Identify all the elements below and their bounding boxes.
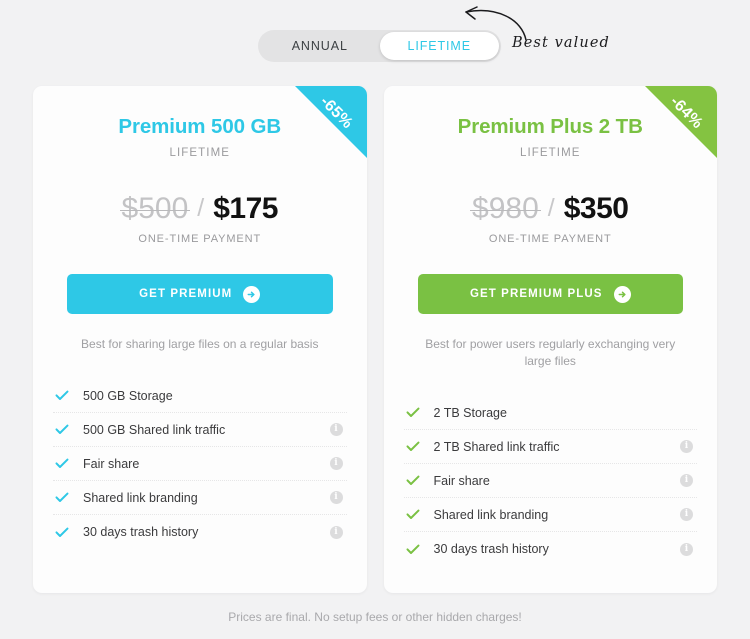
price-original: $500 — [119, 192, 191, 225]
pricing-card-premium: -65% Premium 500 GB LIFETIME $500 / $175… — [33, 86, 367, 593]
price-current: $350 — [563, 192, 629, 225]
feature-label: Fair share — [83, 456, 140, 471]
check-icon — [406, 509, 424, 520]
check-icon — [55, 390, 73, 401]
toggle-option-annual[interactable]: ANNUAL — [260, 32, 380, 60]
feature-label: Fair share — [433, 473, 490, 488]
check-icon — [55, 458, 73, 469]
price-row: $980 / $350 — [384, 192, 718, 226]
price-note: ONE-TIME PAYMENT — [138, 233, 262, 245]
card-description: Best for sharing large files on a regula… — [81, 337, 319, 351]
info-icon[interactable]: i — [329, 457, 343, 470]
check-icon — [406, 544, 424, 555]
price-separator: / — [547, 193, 555, 222]
check-icon — [55, 492, 73, 503]
check-icon — [406, 441, 424, 452]
check-icon — [55, 424, 73, 435]
cta-label: GET PREMIUM — [139, 288, 233, 300]
feature-label: 30 days trash history — [83, 525, 199, 539]
feature-list: 2 TB Storage i 2 TB Shared link traffic … — [403, 396, 698, 566]
feature-label: 2 TB Shared link traffic — [433, 439, 560, 454]
cta-label: GET PREMIUM PLUS — [469, 288, 603, 300]
price-separator: / — [197, 193, 205, 222]
list-item: 500 GB Storage i — [53, 379, 347, 413]
feature-label: 30 days trash history — [433, 542, 549, 556]
list-item: 2 TB Shared link traffic i — [403, 430, 697, 464]
toggle-option-lifetime[interactable]: LIFETIME — [379, 32, 499, 60]
get-premium-plus-button[interactable]: GET PREMIUM PLUS — [417, 274, 683, 314]
arrow-right-circle-icon — [613, 285, 631, 303]
info-icon[interactable]: i — [329, 525, 343, 539]
feature-label: Shared link branding — [433, 507, 549, 522]
discount-ribbon: -64% — [645, 86, 717, 158]
list-item: Shared link branding i — [53, 481, 347, 515]
info-icon[interactable]: i — [680, 508, 693, 521]
info-icon[interactable]: i — [680, 440, 693, 453]
best-valued-annotation: Best valued — [512, 35, 610, 51]
price-original: $980 — [470, 192, 541, 225]
discount-ribbon: -65% — [294, 86, 367, 158]
pricing-cards: -65% Premium 500 GB LIFETIME $500 / $175… — [33, 86, 717, 593]
check-icon — [55, 527, 73, 538]
list-item: 30 days trash history i — [53, 515, 347, 549]
info-icon[interactable]: i — [680, 474, 693, 487]
list-item: 2 TB Storage i — [403, 396, 697, 430]
price-note: ONE-TIME PAYMENT — [488, 233, 612, 245]
check-icon — [406, 475, 424, 486]
info-icon[interactable]: i — [680, 542, 693, 556]
billing-period-toggle[interactable]: ANNUAL LIFETIME — [258, 30, 501, 62]
list-item: Fair share i — [403, 464, 697, 498]
list-item: Shared link branding i — [403, 498, 697, 532]
billing-period-toggle-area: ANNUAL LIFETIME Best valued — [0, 0, 750, 86]
card-description: Best for power users regularly exchangin… — [425, 337, 676, 368]
price-current: $175 — [213, 192, 278, 225]
check-icon — [406, 407, 424, 418]
feature-label: Shared link branding — [83, 490, 198, 505]
info-icon[interactable]: i — [329, 491, 343, 504]
arrow-right-circle-icon — [243, 285, 261, 303]
list-item: 500 GB Shared link traffic i — [53, 413, 347, 447]
feature-label: 500 GB Storage — [83, 388, 173, 403]
price-row: $500 / $175 — [33, 192, 367, 226]
info-icon[interactable]: i — [329, 423, 343, 436]
list-item: Fair share i — [53, 447, 347, 481]
feature-label: 500 GB Shared link traffic — [83, 422, 226, 437]
list-item: 30 days trash history i — [404, 532, 698, 566]
feature-list: 500 GB Storage i 500 GB Shared link traf… — [53, 379, 347, 549]
pricing-card-premium-plus: -64% Premium Plus 2 TB LIFETIME $980 / $… — [383, 86, 718, 593]
footer-note: Prices are final. No setup fees or other… — [228, 610, 522, 624]
feature-label: 2 TB Storage — [433, 405, 507, 420]
get-premium-button[interactable]: GET PREMIUM — [67, 274, 333, 314]
